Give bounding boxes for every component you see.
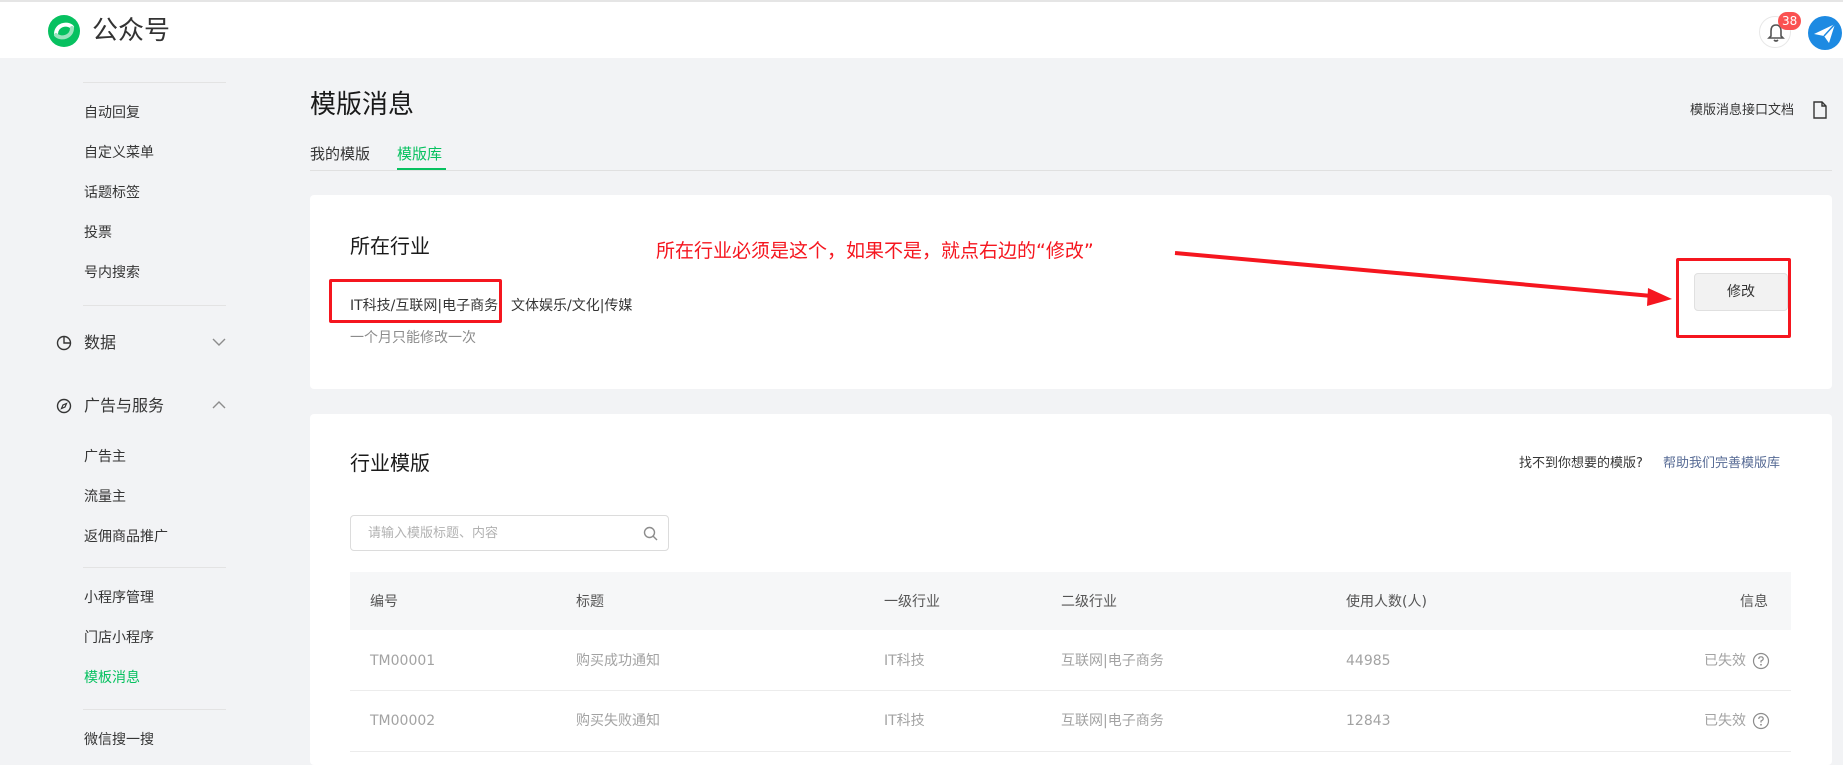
- table-row-divider: [350, 690, 1791, 691]
- cell-template-title[interactable]: 购买失败通知: [576, 711, 660, 731]
- template-search-input[interactable]: [352, 517, 622, 549]
- help-question-text: 找不到你想要的模版?: [1519, 456, 1643, 471]
- cell-template-title[interactable]: 购买成功通知: [576, 651, 660, 671]
- table-row-divider: [350, 751, 1791, 752]
- search-icon[interactable]: [643, 526, 658, 541]
- column-header-title: 标题: [576, 594, 604, 610]
- column-header-level1-industry: 一级行业: [884, 594, 940, 610]
- column-header-info: 信息: [1740, 594, 1768, 610]
- templates-section-title: 行业模版: [350, 451, 430, 475]
- cell-status: 已失效: [1704, 713, 1746, 729]
- cell-status: 已失效: [1704, 653, 1746, 669]
- cell-level2-industry: 互联网|电子商务: [1061, 713, 1164, 729]
- question-mark-icon[interactable]: [1752, 712, 1770, 730]
- cell-level2-industry: 互联网|电子商务: [1061, 653, 1164, 669]
- template-search-box: [350, 515, 669, 551]
- cell-users: 44985: [1346, 653, 1391, 669]
- column-header-users: 使用人数(人): [1346, 594, 1427, 610]
- improve-library-link[interactable]: 帮助我们完善模版库: [1663, 455, 1780, 473]
- cell-template-id: TM00001: [370, 653, 436, 669]
- cell-level1-industry: IT科技: [884, 653, 925, 669]
- column-header-level2-industry: 二级行业: [1061, 594, 1117, 610]
- column-header-id: 编号: [370, 594, 398, 610]
- cell-template-id: TM00002: [370, 713, 436, 729]
- cell-level1-industry: IT科技: [884, 713, 925, 729]
- cell-users: 12843: [1346, 713, 1391, 729]
- question-mark-icon[interactable]: [1752, 652, 1770, 670]
